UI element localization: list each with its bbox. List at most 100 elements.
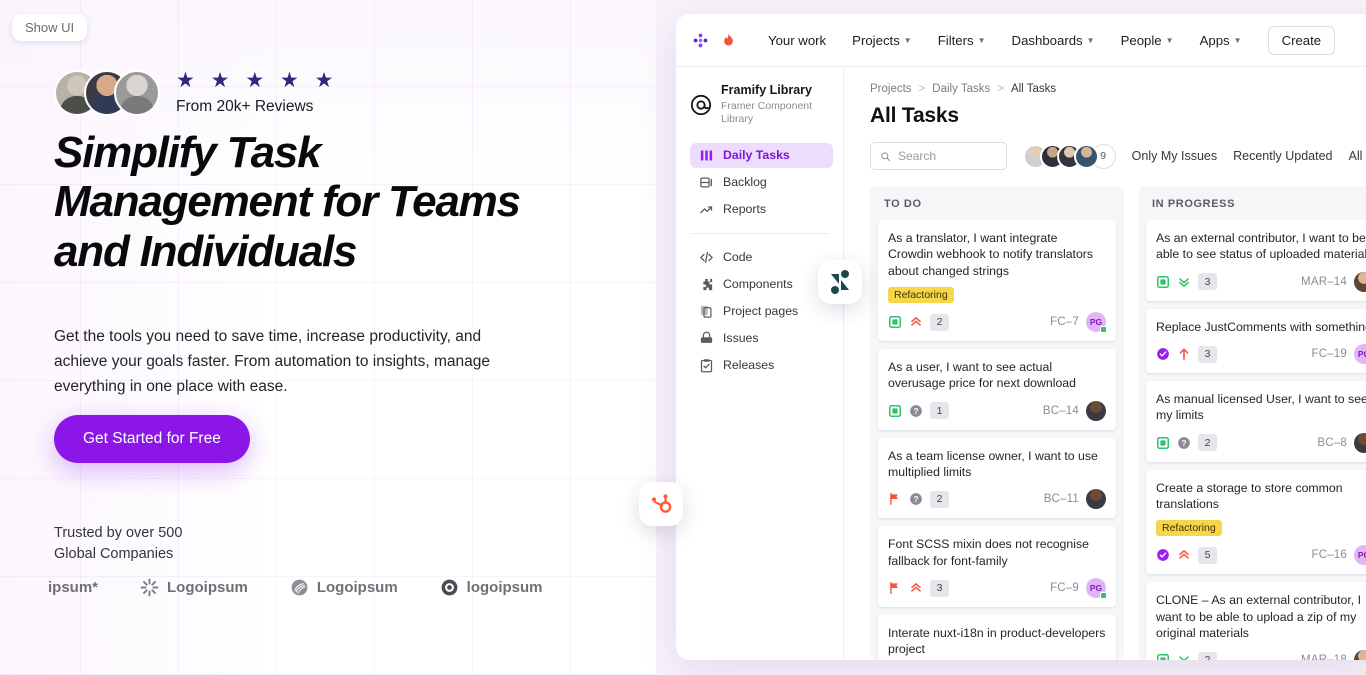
task-card[interactable]: Font SCSS mixin does not recognise fallb… bbox=[878, 526, 1116, 608]
sidebar-item-label: Components bbox=[723, 277, 793, 292]
assignee-avatar[interactable]: PG bbox=[1086, 578, 1107, 600]
task-card[interactable]: CLONE – As an external contributor, I wa… bbox=[1146, 582, 1366, 660]
nav-label: Your work bbox=[768, 32, 827, 48]
sidebar-item-label: Code bbox=[723, 250, 753, 265]
breadcrumb-projects[interactable]: Projects bbox=[870, 83, 912, 95]
partner-logo: Logoipsum bbox=[290, 578, 398, 597]
priority-high-icon bbox=[911, 583, 921, 592]
task-key: FC–19 bbox=[1311, 348, 1347, 361]
task-card[interactable]: As an external contributor, I want to be… bbox=[1146, 220, 1366, 301]
partner-logo: Logoipsum bbox=[140, 578, 248, 597]
assignee-avatar[interactable]: PG bbox=[1354, 545, 1366, 566]
label-badge: Refactoring bbox=[1156, 520, 1222, 537]
task-meta: ? 2 BC–11 bbox=[888, 489, 1106, 510]
zendesk-widget[interactable] bbox=[818, 260, 862, 304]
task-card[interactable]: As manual licensed User, I want to see m… bbox=[1146, 381, 1366, 462]
task-card[interactable]: As a user, I want to see actual overusag… bbox=[878, 349, 1116, 430]
chevron-down-icon: ▼ bbox=[1233, 35, 1242, 45]
svg-text:?: ? bbox=[1182, 439, 1187, 448]
assignee-avatar[interactable]: PG bbox=[1086, 312, 1107, 334]
project-subtitle: Framer Component Library bbox=[721, 99, 813, 126]
trend-up-icon bbox=[700, 206, 713, 214]
app-window: Your work Projects ▼ Filters ▼ Dashboard… bbox=[676, 14, 1366, 660]
flame-icon[interactable] bbox=[721, 32, 736, 49]
task-card[interactable]: Replace JustComments with something 3 FC–1… bbox=[1146, 308, 1366, 374]
filter-recently-updated[interactable]: Recently Updated bbox=[1233, 149, 1332, 163]
avatar[interactable] bbox=[1073, 143, 1099, 169]
hubspot-icon bbox=[651, 494, 672, 513]
breadcrumb-daily-tasks[interactable]: Daily Tasks bbox=[932, 83, 990, 95]
task-card[interactable]: As a translator, I want integrate Crowdi… bbox=[878, 220, 1116, 342]
assignee-avatar[interactable] bbox=[1086, 400, 1106, 421]
filter-only-my-issues[interactable]: Only My Issues bbox=[1132, 149, 1217, 163]
nav-label: Apps bbox=[1199, 32, 1230, 48]
task-meta: 5 FC–16 PG bbox=[1156, 545, 1366, 566]
sidebar-item-backlog[interactable]: Backlog bbox=[690, 170, 833, 195]
board-title: All Tasks bbox=[870, 104, 959, 127]
story-point-count: 2 bbox=[1198, 651, 1217, 660]
puzzle-icon bbox=[703, 278, 713, 291]
search-box[interactable] bbox=[870, 142, 1007, 170]
sidebar-item-project-pages[interactable]: Project pages bbox=[690, 299, 833, 324]
nav-item-dashboards[interactable]: Dashboards ▼ bbox=[1004, 28, 1103, 53]
partner-logo: ipsum* bbox=[48, 579, 98, 596]
nav-item-apps[interactable]: Apps ▼ bbox=[1192, 28, 1250, 53]
task-key: FC–9 bbox=[1050, 582, 1079, 595]
search-input[interactable] bbox=[898, 149, 997, 163]
assignee-avatar[interactable] bbox=[1354, 432, 1366, 453]
task-meta: ? 2 BC–8 bbox=[1156, 432, 1366, 453]
chevron-down-icon: ▼ bbox=[1086, 35, 1095, 45]
priority-question-icon: ? bbox=[1178, 436, 1190, 449]
nav-label: Projects bbox=[852, 32, 900, 48]
nav-item-your-work[interactable]: Your work bbox=[760, 28, 834, 53]
task-card[interactable]: As a team license owner, I want to use m… bbox=[878, 437, 1116, 519]
sidebar-item-daily-tasks[interactable]: Daily Tasks bbox=[690, 142, 833, 168]
assignee-avatar[interactable] bbox=[1354, 271, 1366, 292]
breadcrumb-separator: > bbox=[918, 83, 926, 95]
sidebar-item-issues[interactable]: Issues bbox=[690, 326, 833, 351]
logo-partial-icon: ipsum* bbox=[48, 579, 99, 596]
project-header[interactable]: Framify Library Framer Component Library bbox=[690, 83, 833, 127]
task-card[interactable]: Create a storage to store common transla… bbox=[1146, 469, 1366, 575]
reviewer-avatars bbox=[54, 70, 160, 116]
nav-item-projects[interactable]: Projects ▼ bbox=[844, 28, 920, 53]
sidebar-item-components[interactable]: Components bbox=[690, 272, 833, 297]
member-avatars[interactable]: 9 bbox=[1022, 143, 1116, 169]
nav-item-people[interactable]: People ▼ bbox=[1113, 28, 1182, 53]
task-card[interactable]: Interate nuxt-i18n in product-developers… bbox=[878, 615, 1116, 660]
task-title: Replace JustComments with something bbox=[1156, 319, 1366, 334]
sidebar-item-label: Reports bbox=[723, 202, 767, 217]
sidebar-item-code[interactable]: Code bbox=[690, 245, 833, 270]
diamond-dots-icon[interactable] bbox=[692, 32, 709, 49]
sidebar-item-releases[interactable]: Releases bbox=[690, 353, 833, 378]
task-title: Font SCSS mixin does not recognise fallb… bbox=[888, 537, 1089, 568]
show-ui-button[interactable]: Show UI bbox=[12, 14, 88, 41]
column-title: TO DO bbox=[884, 198, 922, 210]
assignee-avatar[interactable] bbox=[1354, 650, 1366, 660]
backlog-icon bbox=[700, 177, 712, 188]
priority-low-icon bbox=[1179, 656, 1189, 660]
task-title: Create a storage to store common transla… bbox=[1156, 480, 1343, 512]
story-icon bbox=[1156, 654, 1170, 660]
assignee-avatar[interactable] bbox=[1086, 489, 1106, 510]
rating-text: ★ ★ ★ ★ ★ From 20k+ Reviews bbox=[176, 70, 338, 116]
story-icon bbox=[1156, 275, 1170, 288]
hubspot-widget[interactable] bbox=[639, 482, 683, 526]
story-icon bbox=[1156, 436, 1170, 449]
priority-high-icon bbox=[1179, 550, 1189, 560]
get-started-button[interactable]: Get Started for Free bbox=[54, 415, 250, 463]
code-icon bbox=[699, 251, 714, 264]
board-columns-icon bbox=[700, 150, 713, 161]
sidebar-item-reports[interactable]: Reports bbox=[690, 197, 833, 222]
sunburst-icon bbox=[140, 578, 159, 597]
task-key: FC–7 bbox=[1050, 316, 1079, 329]
assignee-avatar[interactable]: PG bbox=[1354, 344, 1366, 365]
nav-item-filters[interactable]: Filters ▼ bbox=[930, 28, 994, 53]
partner-logo-label: Logoipsum bbox=[316, 579, 398, 596]
task-key: FC–16 bbox=[1311, 549, 1347, 562]
create-button[interactable]: Create bbox=[1267, 25, 1336, 55]
nav-label: Filters bbox=[937, 32, 974, 48]
filter-all-sprints[interactable]: All spri bbox=[1348, 149, 1366, 163]
sidebar-item-label: Project pages bbox=[723, 304, 799, 319]
avatar bbox=[114, 70, 160, 116]
